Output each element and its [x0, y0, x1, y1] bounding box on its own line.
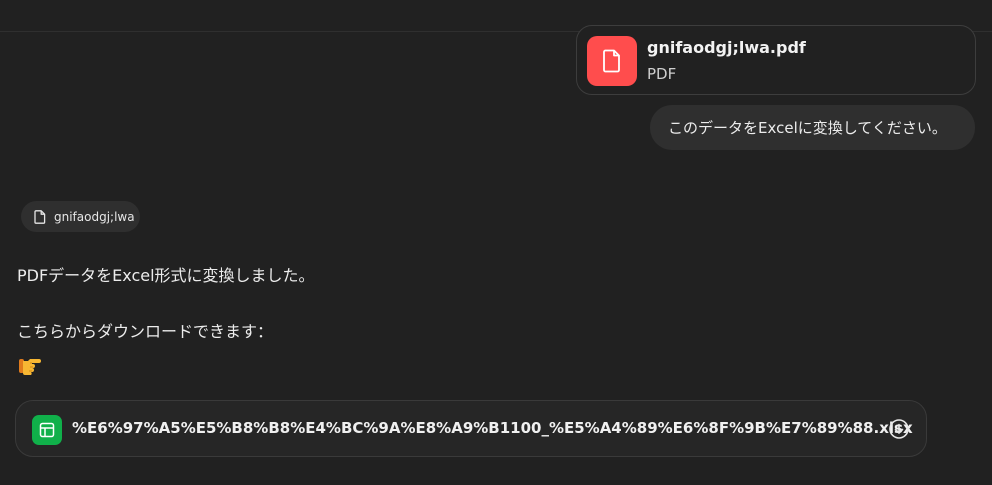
download-file-card[interactable]: %E6%97%A5%E5%B8%B8%E4%BC%9A%E8%A9%B1100_… — [15, 400, 927, 457]
download-icon[interactable] — [887, 417, 911, 441]
document-icon — [34, 209, 46, 224]
pointing-right-icon — [17, 356, 41, 376]
assistant-message-line-1: PDFデータをExcel形式に変換しました。 — [17, 266, 315, 285]
attachment-file-name: gnifaodgj;lwa.pdf — [647, 38, 806, 57]
source-chip-label: gnifaodgj;lwa — [54, 209, 135, 224]
source-chip[interactable]: gnifaodgj;lwa — [21, 201, 140, 232]
spreadsheet-icon — [32, 415, 62, 445]
pdf-file-icon — [587, 36, 637, 86]
assistant-message-line-2: こちらからダウンロードできます： — [17, 322, 274, 341]
attachment-file-type: PDF — [647, 65, 677, 83]
download-file-name[interactable]: %E6%97%A5%E5%B8%B8%E4%BC%9A%E8%A9%B1100_… — [72, 419, 913, 437]
user-message-bubble: このデータをExcelに変換してください。 — [650, 105, 975, 150]
user-message-text: このデータをExcelに変換してください。 — [668, 119, 947, 137]
attachment-card[interactable]: gnifaodgj;lwa.pdf PDF — [576, 25, 976, 95]
